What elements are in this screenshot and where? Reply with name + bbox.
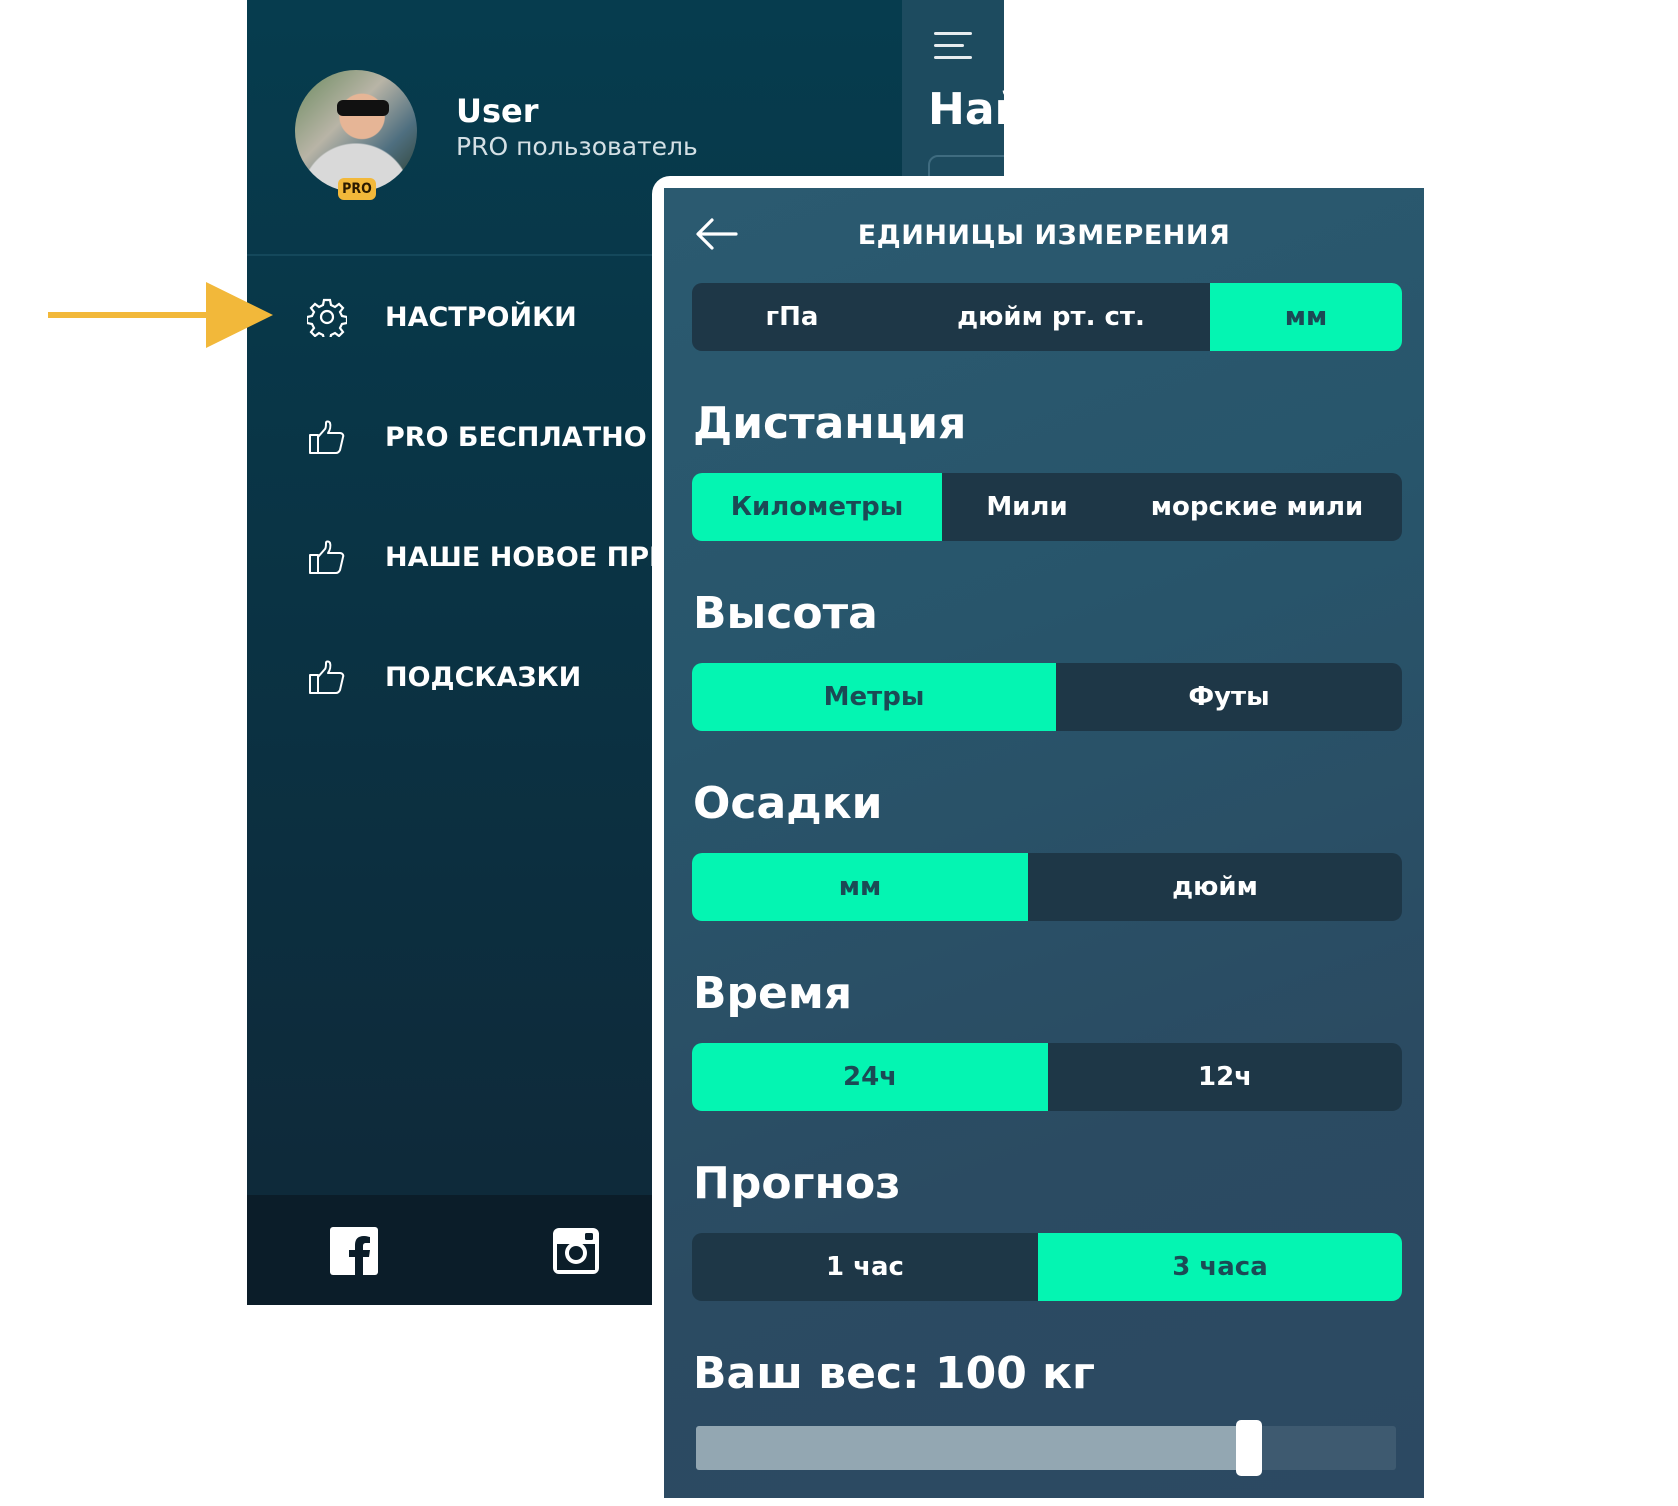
distance-option-nautical[interactable]: морские мили: [1112, 473, 1402, 541]
user-name: User: [456, 92, 539, 130]
time-option-24h[interactable]: 24ч: [692, 1043, 1048, 1111]
menu-item-tips[interactable]: ПОДСКАЗКИ: [307, 652, 581, 702]
thumbs-up-icon: [309, 420, 345, 454]
gear-icon: [307, 298, 347, 337]
avatar[interactable]: [295, 70, 417, 192]
precipitation-unit-selector: мм дюйм: [692, 853, 1402, 921]
avatar-sunglasses: [337, 100, 389, 116]
precipitation-option-inch[interactable]: дюйм: [1028, 853, 1402, 921]
distance-option-miles[interactable]: Мили: [942, 473, 1112, 541]
pointer-arrow-icon: [48, 282, 273, 348]
forecast-option-3h[interactable]: 3 часа: [1038, 1233, 1402, 1301]
menu-item-label: НАШЕ НОВОЕ ПРИЛ: [385, 541, 695, 573]
facebook-icon[interactable]: [329, 1226, 379, 1276]
weight-slider-thumb[interactable]: [1236, 1420, 1262, 1476]
time-title: Время: [693, 968, 853, 1019]
hamburger-menu-icon[interactable]: [934, 32, 972, 60]
pressure-unit-selector: гПа дюйм рт. ст. мм: [692, 283, 1402, 351]
weight-slider-fill: [696, 1426, 1249, 1470]
weight-title: Ваш вес: 100 кг: [693, 1348, 1095, 1399]
distance-option-km[interactable]: Километры: [692, 473, 942, 541]
forecast-title: Прогноз: [693, 1158, 901, 1209]
time-format-selector: 24ч 12ч: [692, 1043, 1402, 1111]
units-settings-panel: ЕДИНИЦЫ ИЗМЕРЕНИЯ гПа дюйм рт. ст. мм Ди…: [664, 188, 1424, 1498]
panel-header: ЕДИНИЦЫ ИЗМЕРЕНИЯ: [664, 188, 1424, 278]
height-title: Высота: [693, 588, 878, 639]
menu-item-pro-free[interactable]: PRO БЕСПЛАТНО Н: [307, 412, 679, 462]
menu-item-settings[interactable]: НАСТРОЙКИ: [307, 292, 577, 342]
menu-item-label: PRO БЕСПЛАТНО Н: [385, 421, 679, 453]
panel-title: ЕДИНИЦЫ ИЗМЕРЕНИЯ: [857, 220, 1231, 251]
forecast-interval-selector: 1 час 3 часа: [692, 1233, 1402, 1301]
menu-item-label: НАСТРОЙКИ: [385, 301, 577, 333]
pro-badge: PRO: [338, 178, 376, 200]
precipitation-title: Осадки: [693, 778, 883, 829]
instagram-icon[interactable]: [551, 1226, 601, 1276]
menu-item-label: ПОДСКАЗКИ: [385, 661, 582, 693]
height-option-meters[interactable]: Метры: [692, 663, 1056, 731]
pressure-option-mm[interactable]: мм: [1210, 283, 1402, 351]
main-page-title: Най: [928, 84, 1004, 135]
forecast-option-1h[interactable]: 1 час: [692, 1233, 1038, 1301]
height-option-feet[interactable]: Футы: [1056, 663, 1402, 731]
user-status: PRO пользователь: [456, 132, 698, 161]
thumbs-up-icon: [309, 660, 345, 694]
precipitation-option-mm[interactable]: мм: [692, 853, 1028, 921]
distance-title: Дистанция: [693, 398, 967, 449]
weight-slider[interactable]: [696, 1420, 1396, 1476]
pressure-option-inhg[interactable]: дюйм рт. ст.: [892, 283, 1210, 351]
thumbs-up-icon: [309, 540, 345, 574]
pressure-option-hpa[interactable]: гПа: [692, 283, 892, 351]
time-option-12h[interactable]: 12ч: [1048, 1043, 1402, 1111]
menu-item-new-app[interactable]: НАШЕ НОВОЕ ПРИЛ: [307, 532, 694, 582]
distance-unit-selector: Километры Мили морские мили: [692, 473, 1402, 541]
height-unit-selector: Метры Футы: [692, 663, 1402, 731]
